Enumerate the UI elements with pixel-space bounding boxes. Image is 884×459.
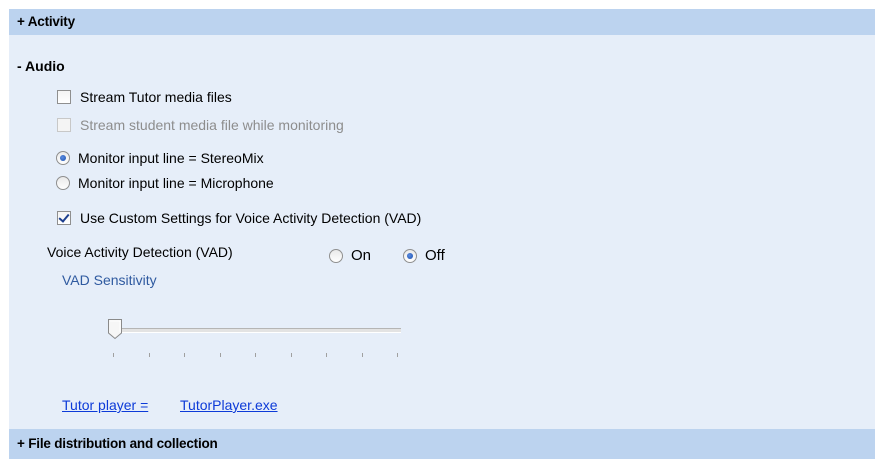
vad-on-radio[interactable] [329,248,343,263]
monitor-microphone-row[interactable]: Monitor input line = Microphone [56,175,274,191]
vad-on-label: On [351,247,372,264]
monitor-microphone-radio[interactable] [56,176,70,190]
slider-tick [362,353,363,357]
vad-sensitivity-label: VAD Sensitivity [62,272,157,288]
monitor-stereomix-radio[interactable] [56,151,70,165]
slider-tick [220,353,221,357]
custom-vad-row[interactable]: Use Custom Settings for Voice Activity D… [57,210,421,226]
stream-student-row: Stream student media file while monitori… [57,117,344,133]
custom-vad-label: Use Custom Settings for Voice Activity D… [80,210,422,226]
slider-tick [255,353,256,357]
section-header-audio[interactable]: - Audio [17,58,65,74]
slider-tick [291,353,292,357]
stream-tutor-row[interactable]: Stream Tutor media files [57,89,232,105]
monitor-stereomix-row[interactable]: Monitor input line = StereoMix [56,150,264,166]
stream-tutor-label: Stream Tutor media files [80,89,232,105]
custom-vad-checkbox[interactable] [57,211,71,225]
section-header-file-distribution[interactable]: + File distribution and collection [9,429,875,459]
slider-tick [113,353,114,357]
vad-off-radio[interactable] [403,248,417,263]
audio-section: - Audio Stream Tutor media files Stream … [9,35,875,429]
vad-off-row[interactable]: Off [403,247,445,264]
section-header-activity[interactable]: + Activity [9,9,875,35]
slider-track[interactable] [113,328,401,333]
options-panel: + Activity - Audio Stream Tutor media fi… [9,9,875,459]
slider-tick [397,353,398,357]
vad-off-label: Off [425,247,445,264]
stream-tutor-checkbox[interactable] [57,90,71,104]
slider-tick [149,353,150,357]
vad-on-row[interactable]: On [329,247,371,264]
slider-tick [326,353,327,357]
slider-thumb[interactable] [107,318,123,340]
monitor-microphone-label: Monitor input line = Microphone [78,175,274,191]
stream-student-checkbox [57,118,71,132]
tutor-player-value-link[interactable]: TutorPlayer.exe [180,397,278,413]
monitor-stereomix-label: Monitor input line = StereoMix [78,150,264,166]
slider-tick [184,353,185,357]
stream-student-label: Stream student media file while monitori… [80,117,344,133]
vad-label: Voice Activity Detection (VAD) [47,244,233,260]
tutor-player-label-link[interactable]: Tutor player = [62,397,148,413]
